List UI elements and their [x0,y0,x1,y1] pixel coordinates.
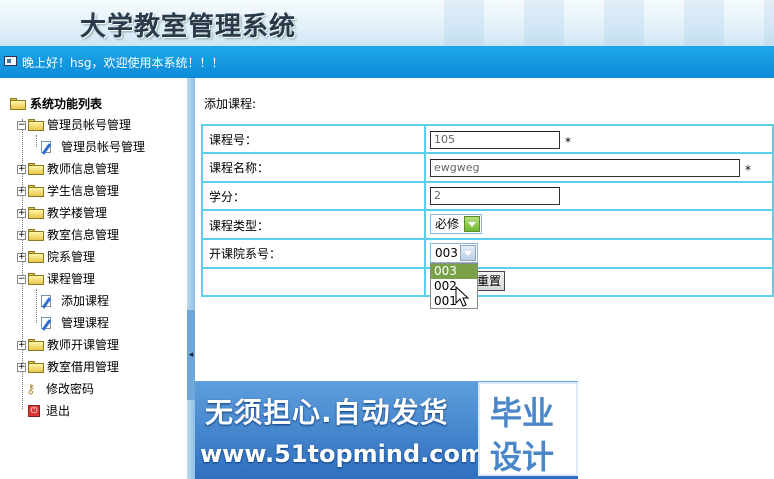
open-folder-icon [28,273,44,285]
credit-label: 学分： [209,190,246,204]
folder-icon [28,207,44,219]
key-icon: ⚷ [26,382,36,397]
sidebar-item-label: 修改密码 [46,382,95,396]
tree-line [36,135,37,147]
chevron-down-icon[interactable] [464,216,480,232]
department-value: 003 [435,246,458,260]
folder-icon [28,163,44,175]
chevron-down-icon[interactable] [460,245,476,261]
course-name-label: 课程名称： [209,161,270,175]
open-folder-icon [10,98,26,110]
expand-toggle-icon[interactable]: + [17,231,26,240]
sidebar-item-label: 添加课程 [61,294,110,308]
folder-icon [28,185,44,197]
credit-input[interactable]: 2 [430,187,560,205]
sidebar-item-label: 教师开课管理 [47,338,120,352]
folder-icon [28,361,44,373]
sidebar-item-label: 教室信息管理 [47,228,120,242]
greeting-text: 晚上好！hsg，欢迎使用本系统！！！ [22,56,224,70]
greeting-bar: 晚上好！hsg，欢迎使用本系统！！！ [0,46,774,78]
user-card-icon [4,56,17,66]
expand-toggle-icon[interactable]: + [17,187,26,196]
collapse-toggle-icon[interactable]: − [17,275,26,284]
app-title: 大学教室管理系统 [80,12,297,42]
sidebar: 系统功能列表 − 管理员帐号管理 管理员帐号管理 + 教师信息管理 + 学生信息… [0,78,187,479]
page-title: 添加课程: [204,97,257,111]
expand-toggle-icon[interactable]: + [17,363,26,372]
course-type-value: 必修 [435,217,460,231]
expand-toggle-icon[interactable]: + [17,165,26,174]
course-no-label: 课程号： [209,133,258,147]
sidebar-item-label: 管理员帐号管理 [47,118,132,132]
course-name-input[interactable]: ewgweg [430,159,740,177]
watermark-url: www.51topmind.com [200,440,485,468]
folder-icon [28,339,44,351]
sidebar-item-label: 院系管理 [47,250,96,264]
folder-icon [28,251,44,263]
sidebar-item-label: 教师信息管理 [47,162,120,176]
sidebar-collapse-handle[interactable]: ◂ [187,310,195,400]
tree-line [36,289,37,323]
department-select[interactable]: 003 [430,243,478,263]
watermark-badge-line1: 毕业 [490,394,555,432]
mouse-pointer-icon [455,286,470,307]
sidebar-root-label: 系统功能列表 [30,97,103,111]
sidebar-item-label: 学生信息管理 [47,184,120,198]
edit-page-icon [40,316,54,331]
course-type-label: 课程类型： [209,219,270,233]
banner-decoration [444,0,774,46]
collapse-toggle-icon[interactable]: − [17,121,26,130]
form-row-course-type: 课程类型： [203,211,772,240]
department-label: 开课院系号： [209,247,282,261]
expand-toggle-icon[interactable]: + [17,341,26,350]
sidebar-item-label: 教学楼管理 [47,206,108,220]
watermark-badge-line2: 设计 [490,438,555,476]
required-mark: * [565,135,571,149]
required-mark: * [745,163,751,177]
expand-toggle-icon[interactable]: + [17,209,26,218]
power-icon: ⏻ [28,405,40,417]
open-folder-icon [28,119,44,131]
sidebar-item-label: 管理课程 [61,316,110,330]
edit-page-icon [40,140,54,155]
sidebar-divider[interactable] [187,78,195,479]
course-no-input[interactable]: 105 [430,131,560,149]
header-banner: 大学教室管理系统 [0,0,774,46]
folder-icon [28,229,44,241]
edit-page-icon [40,294,54,309]
course-type-select[interactable]: 必修 [430,214,482,234]
sidebar-item-label: 课程管理 [47,272,96,286]
dropdown-option[interactable]: 003 [431,264,477,279]
form-row-department: 开课院系号： [203,240,772,269]
expand-toggle-icon[interactable]: + [17,253,26,262]
sidebar-item-label: 退出 [46,404,71,418]
sidebar-item-label: 管理员帐号管理 [61,140,146,154]
watermark-slogan: 无须担心.自动发货 [205,396,449,429]
sidebar-item-label: 教室借用管理 [47,360,120,374]
